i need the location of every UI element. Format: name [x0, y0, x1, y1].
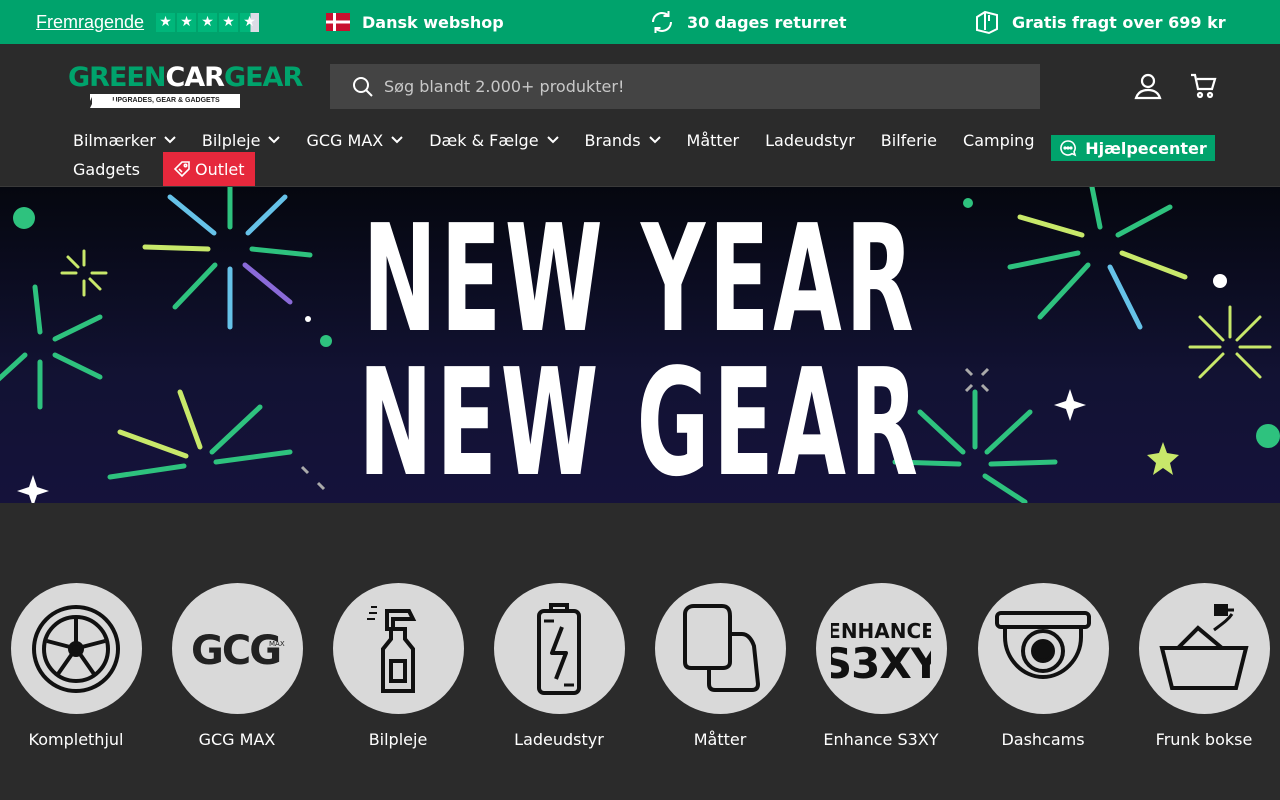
category-ladeudstyr[interactable]: Ladeudstyr: [493, 583, 625, 749]
nav-item-bilpleje[interactable]: Bilpleje: [189, 131, 294, 150]
site-logo[interactable]: GREENCARGEAR UPGRADES, GEAR & GADGETS: [68, 64, 303, 110]
nav-item-ladeudstyr[interactable]: Ladeudstyr: [752, 131, 868, 150]
star-rating: ★ ★ ★ ★ ★: [156, 12, 261, 32]
category-carousel: Komplethjul GCG MAX GCG MAX Bilpleje Lade…: [0, 583, 1280, 763]
chevron-down-icon: [164, 136, 176, 144]
half-star-icon: ★: [240, 12, 260, 32]
category-frunk-bokse[interactable]: Frunk bokse: [1138, 583, 1270, 749]
usp-free-shipping: Gratis fragt over 699 kr: [974, 9, 1226, 35]
category-enhance-s3xy[interactable]: ENHANCE S3XY Enhance S3XY: [815, 583, 947, 749]
floor-mat-icon: [654, 583, 786, 714]
enhance-s3xy-logo: ENHANCE S3XY: [815, 583, 947, 714]
star-icon: ★: [198, 12, 218, 32]
search-input[interactable]: [384, 77, 1004, 96]
category-bilpleje[interactable]: Bilpleje: [332, 583, 464, 749]
nav-item-gcg-max[interactable]: GCG MAX: [293, 131, 416, 150]
category-gcg-max[interactable]: GCG MAX GCG MAX: [171, 583, 303, 749]
usp-return-policy: 30 dages returret: [649, 9, 847, 35]
star-icon: ★: [219, 12, 239, 32]
hero-title-line-2: NEW GEAR: [358, 337, 922, 503]
chat-bubble-icon: [1059, 139, 1077, 157]
frunk-box-icon: [1138, 583, 1270, 714]
nav-item-maatter[interactable]: Måtter: [674, 131, 753, 150]
chevron-down-icon: [546, 136, 559, 144]
logo-slashes: [90, 94, 116, 108]
nav-item-gadgets[interactable]: Gadgets: [60, 160, 153, 179]
nav-item-camping[interactable]: Camping: [950, 131, 1047, 150]
cart-icon[interactable]: [1187, 70, 1219, 102]
dashcam-icon: [977, 583, 1109, 714]
search-bar[interactable]: [330, 64, 1040, 109]
star-icon: ★: [156, 12, 176, 32]
package-icon: [974, 9, 1000, 35]
main-navigation: Bilmærker Bilpleje GCG MAX Dæk & Fælge B…: [60, 124, 1034, 186]
nav-item-bilmaerker[interactable]: Bilmærker: [60, 131, 189, 150]
svg-text:S3XY: S3XY: [831, 639, 931, 684]
nav-item-brands[interactable]: Brands: [572, 131, 674, 150]
star-icon: ★: [177, 12, 197, 32]
nav-item-daek-faelge[interactable]: Dæk & Fælge: [416, 131, 571, 150]
refresh-icon: [649, 9, 675, 35]
battery-icon: [493, 583, 625, 714]
denmark-flag-icon: [326, 13, 350, 31]
svg-text:GCG: GCG: [191, 628, 280, 674]
account-icon[interactable]: [1132, 70, 1164, 102]
price-tag-icon: [173, 160, 191, 178]
wheel-icon: [10, 583, 142, 714]
gcg-max-logo-icon: GCG MAX: [171, 583, 303, 714]
chevron-down-icon: [391, 136, 403, 144]
chevron-down-icon: [648, 136, 661, 144]
svg-text:MAX: MAX: [269, 640, 285, 648]
site-header: GREENCARGEAR UPGRADES, GEAR & GADGETS Bi…: [0, 44, 1280, 187]
category-maatter[interactable]: Måtter: [654, 583, 786, 749]
spray-bottle-icon: [332, 583, 464, 714]
category-dashcams[interactable]: Dashcams: [977, 583, 1109, 749]
hero-banner[interactable]: NEW YEAR NEW GEAR: [0, 187, 1280, 503]
search-icon[interactable]: [352, 76, 374, 98]
help-center-button[interactable]: Hjælpecenter: [1051, 135, 1215, 161]
nav-row-2: Gadgets Outlet: [60, 152, 1000, 186]
usp-danish-webshop: Dansk webshop: [326, 9, 504, 35]
trustpilot-rating[interactable]: Fremragende ★ ★ ★ ★ ★: [36, 10, 261, 34]
chevron-down-icon: [268, 136, 281, 144]
hero-title-line-1: NEW YEAR: [362, 193, 918, 365]
announcement-bar: Fremragende ★ ★ ★ ★ ★ Dansk webshop 30 d…: [0, 0, 1280, 44]
nav-item-outlet[interactable]: Outlet: [162, 152, 255, 186]
rating-link[interactable]: Fremragende: [36, 12, 144, 33]
nav-item-bilferie[interactable]: Bilferie: [868, 131, 950, 150]
category-komplethjul[interactable]: Komplethjul: [10, 583, 142, 749]
